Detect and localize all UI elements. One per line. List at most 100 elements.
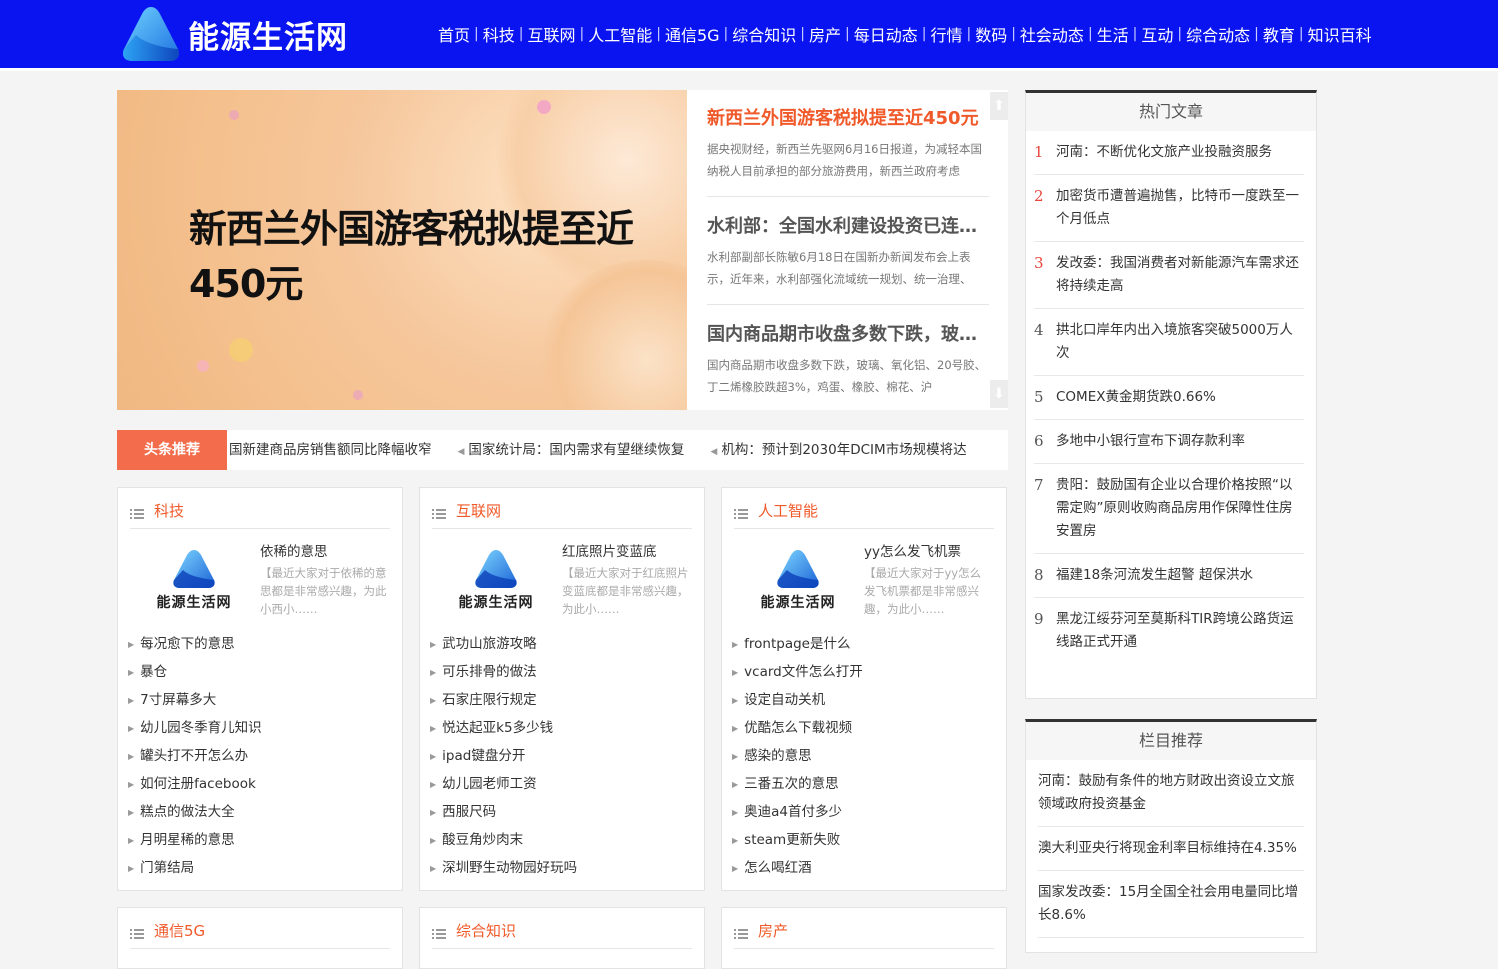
category-card-header: 房产 [734,918,994,949]
article-list-item[interactable]: ▶ 如何注册facebook [128,770,392,798]
article-list-item[interactable]: ▶ 感染的意思 [732,742,996,770]
bullet-arrow-icon: ▶ [430,696,437,705]
recommend-item[interactable]: 澳大利亚央行将现金利率目标维持在4.35% [1038,827,1304,871]
slider-up-button[interactable]: ⬆ [990,92,1008,120]
feature-thumbnail[interactable]: 能源生活网 [442,548,550,612]
article-link: 设定自动关机 [744,692,826,708]
article-list-item[interactable]: ▶ 怎么喝红酒 [732,854,996,882]
article-list-item[interactable]: ▶ 糕点的做法大全 [128,798,392,826]
feature-thumbnail[interactable]: 能源生活网 [140,548,248,612]
hot-article-title: 贵阳：鼓励国有企业以合理价格按照“以需定购”原则收购商品房用作保障性住房 安置房 [1056,477,1293,539]
slide-item[interactable]: 水利部：全国水利建设投资已连续创新高水利部副部长陈敏6月18日在国新办新闻发布会… [707,212,989,305]
article-list-item[interactable]: ▶ 西服尺码 [430,798,694,826]
hot-article-item[interactable]: 5 COMEX黄金期货跌0.66% [1034,376,1304,420]
slide-item[interactable]: 国内商品期市收盘多数下跌，玻璃跌超4% 国内商品期市收盘多数下跌，玻璃、氧化铝、2… [707,320,989,412]
ticker-item-text: 国家统计局：国内需求有望继续恢复 [468,442,685,458]
slide-item-title[interactable]: 水利部：全国水利建设投资已连续创新高 [707,212,989,238]
slide-item-title[interactable]: 国内商品期市收盘多数下跌，玻璃跌超4% [707,320,989,346]
hot-article-item[interactable]: 6 多地中小银行宣布下调存款利率 [1034,420,1304,464]
category-card-title[interactable]: 房产 [758,920,788,941]
article-list-item[interactable]: ▶ 每况愈下的意思 [128,630,392,658]
nav-item[interactable]: 社会动态 [1016,22,1088,46]
article-list: ▶ 武功山旅游攻略 ▶ 可乐排骨的做法 ▶ 石家庄限行规定 ▶ 悦达起亚k5多少钱 ▶ ipad键… [430,630,694,882]
article-list-item[interactable]: ▶ 深圳野生动物园好玩吗 [430,854,694,882]
article-list-item[interactable]: ▶ vcard文件怎么打开 [732,658,996,686]
article-link: 武功山旅游攻略 [442,636,537,652]
site-name: 能源生活网 [188,19,348,56]
category-card-title[interactable]: 互联网 [456,500,501,521]
article-link: vcard文件怎么打开 [744,664,863,680]
article-list-item[interactable]: ▶ 暴仓 [128,658,392,686]
article-list-item[interactable]: ▶ 幼儿园冬季育儿知识 [128,714,392,742]
category-card-title[interactable]: 通信5G [154,920,205,941]
article-list-item[interactable]: ▶ 门第结局 [128,854,392,882]
nav-item[interactable]: 行情 [926,22,966,46]
ticker-item[interactable]: 国新建商品房销售额同比降幅收窄 [229,442,432,458]
feature-thumbnail[interactable]: 能源生活网 [744,548,852,612]
rank-number: 7 [1034,476,1044,494]
nav-item[interactable]: 知识百科 [1304,22,1376,46]
hot-article-item[interactable]: 9 黑龙江绥芬河至莫斯科TIR跨境公路货运线路正式开通 [1034,598,1304,664]
slide-item-title[interactable]: 新西兰外国游客税拟提至近450元 [707,104,989,130]
hot-article-item[interactable]: 8 福建18条河流发生超警 超保洪水 [1034,554,1304,598]
ticker-item[interactable]: ◀ 机构：预计到2030年DCIM市场规模将达 [710,442,966,458]
category-card-title[interactable]: 科技 [154,500,184,521]
slide-image[interactable]: 新西兰外国游客税拟提至近450元 [117,90,687,410]
nav-item[interactable]: 房产 [805,22,845,46]
category-card-title[interactable]: 人工智能 [758,500,818,521]
hot-article-item[interactable]: 1 河南：不断优化文旅产业投融资服务 [1034,131,1304,175]
site-logo[interactable]: 能源生活网 [120,4,348,64]
article-list-item[interactable]: ▶ 月明星稀的意思 [128,826,392,854]
nav-item[interactable]: 人工智能 [584,22,656,46]
article-link: 幼儿园老师工资 [442,776,537,792]
nav-item[interactable]: 教育 [1259,22,1299,46]
hot-article-item[interactable]: 4 拱北口岸年内出入境旅客突破5000万人次 [1034,309,1304,376]
nav-item[interactable]: 首页 [434,22,474,46]
article-list-item[interactable]: ▶ 可乐排骨的做法 [430,658,694,686]
recommend-item[interactable]: 国家发改委：15月全国全社会用电量同比增长8.6% [1038,871,1304,938]
nav-item[interactable]: 互联网 [523,22,579,46]
nav-item[interactable]: 每日动态 [850,22,922,46]
article-list-item[interactable]: ▶ 石家庄限行规定 [430,686,694,714]
feature-title[interactable]: 红底照片变蓝底 [562,540,657,560]
hot-article-item[interactable]: 7 贵阳：鼓励国有企业以合理价格按照“以需定购”原则收购商品房用作保障性住房 安置… [1034,464,1304,554]
article-list-item[interactable]: ▶ 悦达起亚k5多少钱 [430,714,694,742]
slider-down-button[interactable]: ⬇ [990,380,1008,408]
nav-item[interactable]: 科技 [479,22,519,46]
article-list-item[interactable]: ▶ 优酷怎么下载视频 [732,714,996,742]
feature-title[interactable]: 依稀的意思 [260,540,328,560]
article-list-item[interactable]: ▶ 幼儿园老师工资 [430,770,694,798]
article-list-item[interactable]: ▶ frontpage是什么 [732,630,996,658]
nav-item[interactable]: 通信5G [661,22,724,46]
bullet-arrow-icon: ▶ [430,864,437,873]
article-list-item[interactable]: ▶ 三番五次的意思 [732,770,996,798]
slide-item[interactable]: 新西兰外国游客税拟提至近450元 据央视财经，新西兰先驱网6月16日报道，为减轻本… [707,104,989,197]
feature-desc: 【最近大家对于红底照片变蓝底都是非常感兴趣，为此小…… [562,566,689,616]
article-list-item[interactable]: ▶ ipad键盘分开 [430,742,694,770]
category-card-title[interactable]: 综合知识 [456,920,516,941]
hot-article-item[interactable]: 3 发改委：我国消费者对新能源汽车需求还将持续走高 [1034,242,1304,309]
article-list-item[interactable]: ▶ 奥迪a4首付多少 [732,798,996,826]
ticker-items: 国新建商品房销售额同比降幅收窄 ◀ 国家统计局：国内需求有望继续恢复 ◀ 机构：预计到2… [229,430,1008,470]
bullet-arrow-icon: ▶ [732,864,739,873]
article-list-item[interactable]: ▶ 设定自动关机 [732,686,996,714]
category-card-header: 通信5G [130,918,390,949]
list-icon [432,505,446,519]
nav-item[interactable]: 综合动态 [1182,22,1254,46]
hot-article-item[interactable]: 2 加密货币遭普遍抛售，比特币一度跌至一个月低点 [1034,175,1304,242]
article-list: ▶ frontpage是什么 ▶ vcard文件怎么打开 ▶ 设定自动关机 ▶ 优酷怎么下载视… [732,630,996,882]
article-list-item[interactable]: ▶ 酸豆角炒肉末 [430,826,694,854]
ticker-item[interactable]: ◀ 国家统计局：国内需求有望继续恢复 [458,442,685,458]
article-list-item[interactable]: ▶ steam更新失败 [732,826,996,854]
article-link: 感染的意思 [744,748,812,764]
feature-title[interactable]: yy怎么发飞机票 [864,540,961,560]
article-list-item[interactable]: ▶ 武功山旅游攻略 [430,630,694,658]
article-list-item[interactable]: ▶ 7寸屏幕多大 [128,686,392,714]
nav-item[interactable]: 数码 [971,22,1011,46]
article-link: 三番五次的意思 [744,776,839,792]
nav-item[interactable]: 互动 [1137,22,1177,46]
article-list-item[interactable]: ▶ 罐头打不开怎么办 [128,742,392,770]
nav-item[interactable]: 综合知识 [728,22,800,46]
recommend-item[interactable]: 河南：鼓励有条件的地方财政出资设立文旅领域政府投资基金 [1038,760,1304,827]
nav-item[interactable]: 生活 [1093,22,1133,46]
